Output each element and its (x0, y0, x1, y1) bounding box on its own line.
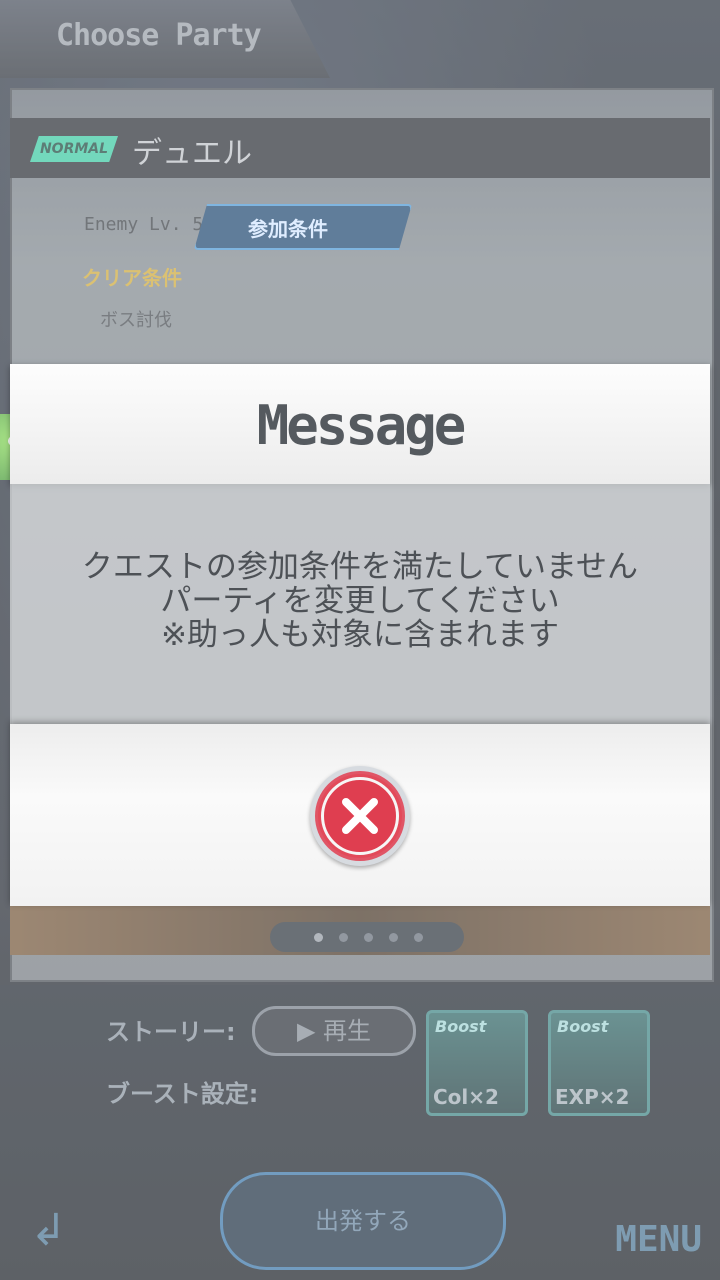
modal-header: Message (10, 364, 710, 484)
close-button[interactable] (310, 766, 410, 866)
close-x-icon (342, 798, 378, 834)
message-line: ※助っ人も対象に含まれます (161, 617, 559, 653)
message-line: パーティを変更してください (160, 583, 560, 619)
modal-title: Message (256, 394, 467, 457)
modal-message: クエストの参加条件を満たしていません パーティを変更してください ※助っ人も対象… (10, 550, 710, 652)
modal-body: クエストの参加条件を満たしていません パーティを変更してください ※助っ人も対象… (10, 484, 710, 724)
modal-footer (10, 724, 710, 906)
message-line: クエストの参加条件を満たしていません (81, 549, 639, 585)
